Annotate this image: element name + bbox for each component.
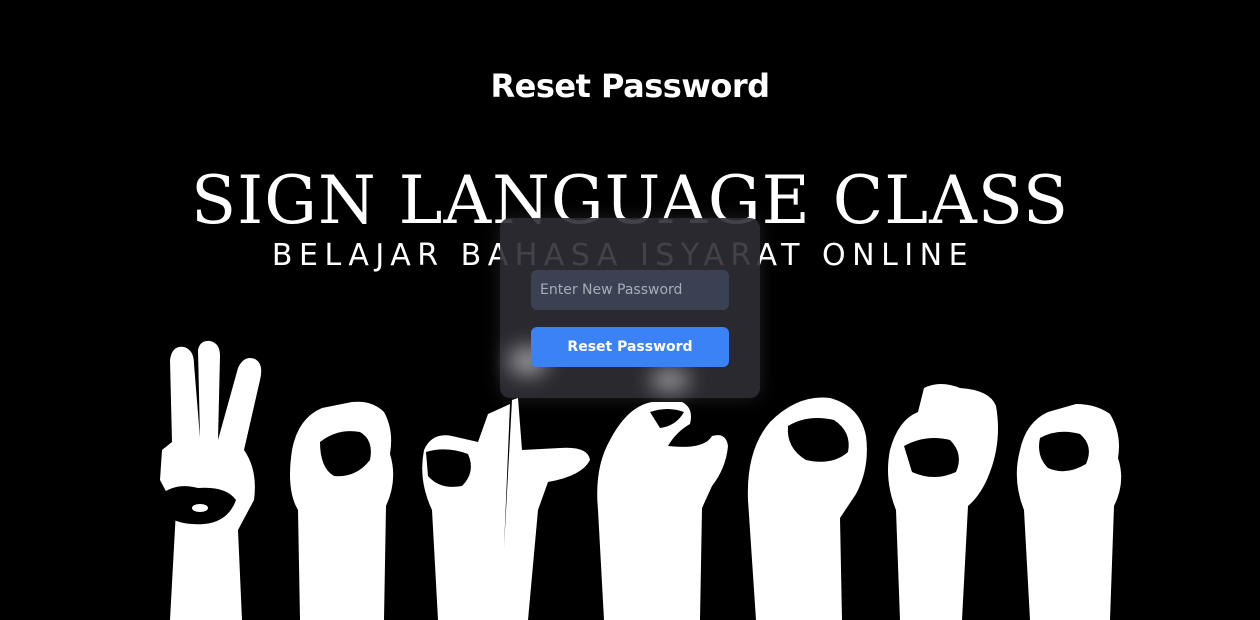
page-title: Reset Password [490, 67, 770, 106]
hand-l-shape-icon [422, 398, 590, 620]
new-password-input[interactable] [531, 270, 729, 310]
hand-c-shape-icon [597, 402, 728, 620]
hand-two-fingers-icon [160, 340, 262, 620]
card-glow-decoration [650, 368, 690, 392]
hand-fist-thumb-icon [888, 384, 998, 620]
reset-password-button[interactable]: Reset Password [531, 327, 729, 367]
reset-password-card: Reset Password [500, 218, 760, 398]
